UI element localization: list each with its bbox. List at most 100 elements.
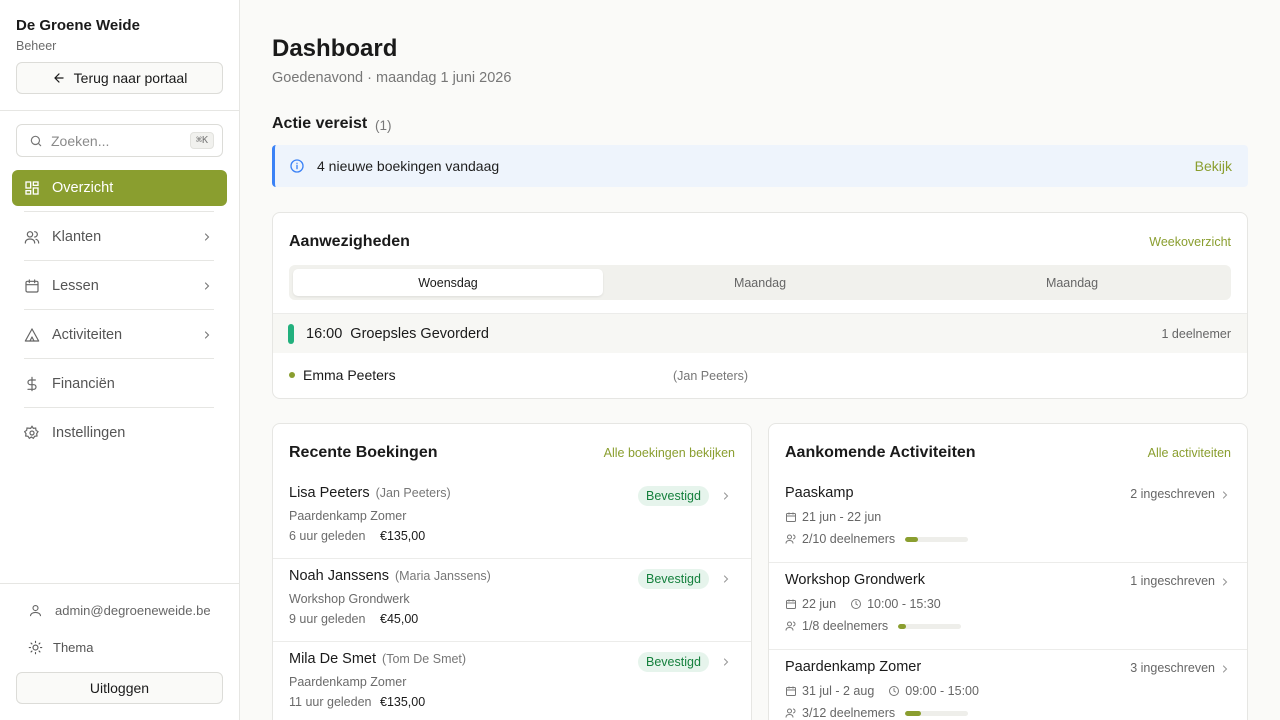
session-row[interactable]: 16:00 Groepsles Gevorderd 1 deelnemer: [273, 313, 1247, 353]
progress-fill: [905, 710, 921, 716]
clock-icon: [889, 686, 900, 696]
activity-enrolled-count: 3 ingeschreven: [1130, 661, 1215, 675]
booking-row[interactable]: Noah Janssens (Maria Janssens) Workshop G…: [273, 559, 751, 642]
sidebar-item-activiteiten[interactable]: Activiteiten: [12, 317, 227, 353]
tab-maandag[interactable]: Maandag: [605, 269, 915, 296]
booking-name: Mila De Smet: [289, 651, 377, 667]
booking-row[interactable]: Mila De Smet (Tom De Smet) Paardenkamp Zo…: [273, 642, 751, 720]
upcoming-activities-title: Aankomende Activiteiten: [785, 444, 976, 461]
status-badge: Bevestigd: [638, 569, 709, 589]
sun-icon: [28, 640, 43, 655]
activity-row[interactable]: Workshop Grondwerk 1 ingeschreven 22 jun…: [769, 563, 1247, 650]
user-account[interactable]: admin@degroeneweide.be: [28, 603, 211, 618]
sidebar-item-financien[interactable]: Financiën: [12, 366, 227, 402]
booking-parent: (Tom De Smet): [382, 652, 467, 666]
users-icon: [785, 621, 796, 631]
activity-row[interactable]: Paardenkamp Zomer 3 ingeschreven 31 jul …: [769, 650, 1247, 720]
sidebar-item-lessen[interactable]: Lessen: [12, 268, 227, 304]
divider: [24, 260, 214, 261]
chevron-right-icon: [204, 233, 210, 241]
calendar-icon: [25, 279, 39, 293]
theme-toggle[interactable]: Thema: [28, 640, 93, 655]
upcoming-activities-card: Aankomende Activiteiten Alle activiteite…: [768, 423, 1248, 720]
calendar-icon: [786, 686, 796, 696]
activity-name: Paardenkamp Zomer: [785, 659, 922, 675]
divider: [24, 358, 214, 359]
page-subtitle: Goedenavond · maandag 1 juni 2026: [272, 70, 512, 86]
users-icon: [785, 534, 796, 544]
sidebar-item-instellingen[interactable]: Instellingen: [12, 415, 227, 451]
activity-name: Paaskamp: [785, 485, 854, 501]
week-overview-link[interactable]: Weekoverzicht: [1149, 235, 1231, 249]
alert-view-link[interactable]: Bekijk: [1195, 158, 1232, 174]
sidebar: De Groene Weide Beheer Terug naar portaa…: [0, 0, 240, 720]
session-indicator: [288, 323, 294, 344]
theme-label: Thema: [53, 640, 94, 655]
new-bookings-alert: 4 nieuwe boekingen vandaag Bekijk: [272, 145, 1248, 187]
recent-bookings-title: Recente Boekingen: [289, 444, 438, 461]
activity-enrolled-count: 2 ingeschreven: [1130, 487, 1215, 501]
search-input[interactable]: Zoeken... ⌘K: [16, 124, 223, 157]
clock-icon: [851, 599, 862, 609]
sidebar-item-klanten[interactable]: Klanten: [12, 219, 227, 255]
participant-parent: (Jan Peeters): [673, 369, 749, 383]
activity-time: 10:00 - 15:30: [867, 597, 941, 611]
status-badge: Bevestigd: [638, 486, 709, 506]
activity-dates: 22 jun: [802, 597, 837, 611]
activity-dates: 31 jul - 2 aug: [802, 684, 875, 698]
session-name: Groepsles Gevorderd: [350, 325, 489, 342]
sidebar-item-label: Klanten: [52, 229, 102, 245]
divider: [0, 110, 239, 111]
all-activities-link[interactable]: Alle activiteiten: [1148, 446, 1231, 460]
chevron-right-icon: [723, 658, 729, 666]
chevron-right-icon: [1222, 491, 1228, 499]
activity-participants: 2/10 deelnemers: [802, 532, 896, 546]
user-email: admin@degroeneweide.be: [55, 603, 211, 618]
user-icon: [29, 604, 42, 617]
action-required-count: (1): [375, 118, 392, 133]
booking-price: €135,00: [380, 529, 426, 543]
session-time: 16:00: [306, 325, 343, 342]
activity-time: 09:00 - 15:00: [905, 684, 979, 698]
booking-parent: (Jan Peeters): [375, 486, 451, 500]
sidebar-item-label: Activiteiten: [52, 327, 123, 343]
divider: [0, 583, 239, 584]
participants-progress-bar: [898, 623, 962, 629]
sidebar-item-label: Overzicht: [52, 180, 114, 196]
calendar-icon: [786, 599, 796, 609]
sidebar-item-label: Lessen: [52, 278, 99, 294]
tent-icon: [24, 328, 40, 342]
search-placeholder: Zoeken...: [51, 132, 110, 149]
participant-name: Emma Peeters: [303, 367, 396, 383]
recent-bookings-card: Recente Boekingen Alle boekingen bekijke…: [272, 423, 752, 720]
logout-button[interactable]: Uitloggen: [16, 672, 223, 704]
activity-participants: 3/12 deelnemers: [802, 706, 896, 720]
attendance-title: Aanwezigheden: [289, 233, 410, 250]
sidebar-item-label: Instellingen: [52, 425, 126, 441]
back-to-portal-button[interactable]: Terug naar portaal: [16, 62, 223, 94]
activity-participants: 1/8 deelnemers: [802, 619, 889, 633]
tab-maandag-2[interactable]: Maandag: [917, 269, 1227, 296]
users-icon: [24, 231, 40, 244]
activity-row[interactable]: Paaskamp 2 ingeschreven 21 jun - 22 jun …: [769, 476, 1247, 563]
progress-fill: [898, 623, 907, 629]
action-required-title: Actie vereist: [272, 115, 368, 132]
main-content: Dashboard Goedenavond · maandag 1 juni 2…: [240, 0, 1280, 720]
attendance-card: Aanwezigheden Weekoverzicht Woensdag Maa…: [272, 212, 1248, 399]
booking-row[interactable]: Lisa Peeters (Jan Peeters) Paardenkamp Zo…: [273, 476, 751, 559]
booking-name: Lisa Peeters: [289, 485, 370, 501]
booking-activity: Paardenkamp Zomer: [289, 509, 407, 523]
activity-dates: 21 jun - 22 jun: [802, 510, 882, 524]
divider: [24, 309, 214, 310]
divider: [24, 211, 214, 212]
sidebar-item-overzicht[interactable]: Overzicht: [12, 170, 227, 206]
chevron-right-icon: [723, 575, 729, 583]
chevron-right-icon: [1222, 665, 1228, 673]
booking-price: €45,00: [380, 612, 419, 626]
all-bookings-link[interactable]: Alle boekingen bekijken: [604, 446, 735, 460]
chevron-right-icon: [723, 492, 729, 500]
participants-progress-bar: [905, 536, 969, 542]
search-shortcut: ⌘K: [189, 132, 214, 149]
tab-woensdag[interactable]: Woensdag: [293, 269, 603, 296]
participant-item: Emma Peeters: [289, 367, 396, 383]
